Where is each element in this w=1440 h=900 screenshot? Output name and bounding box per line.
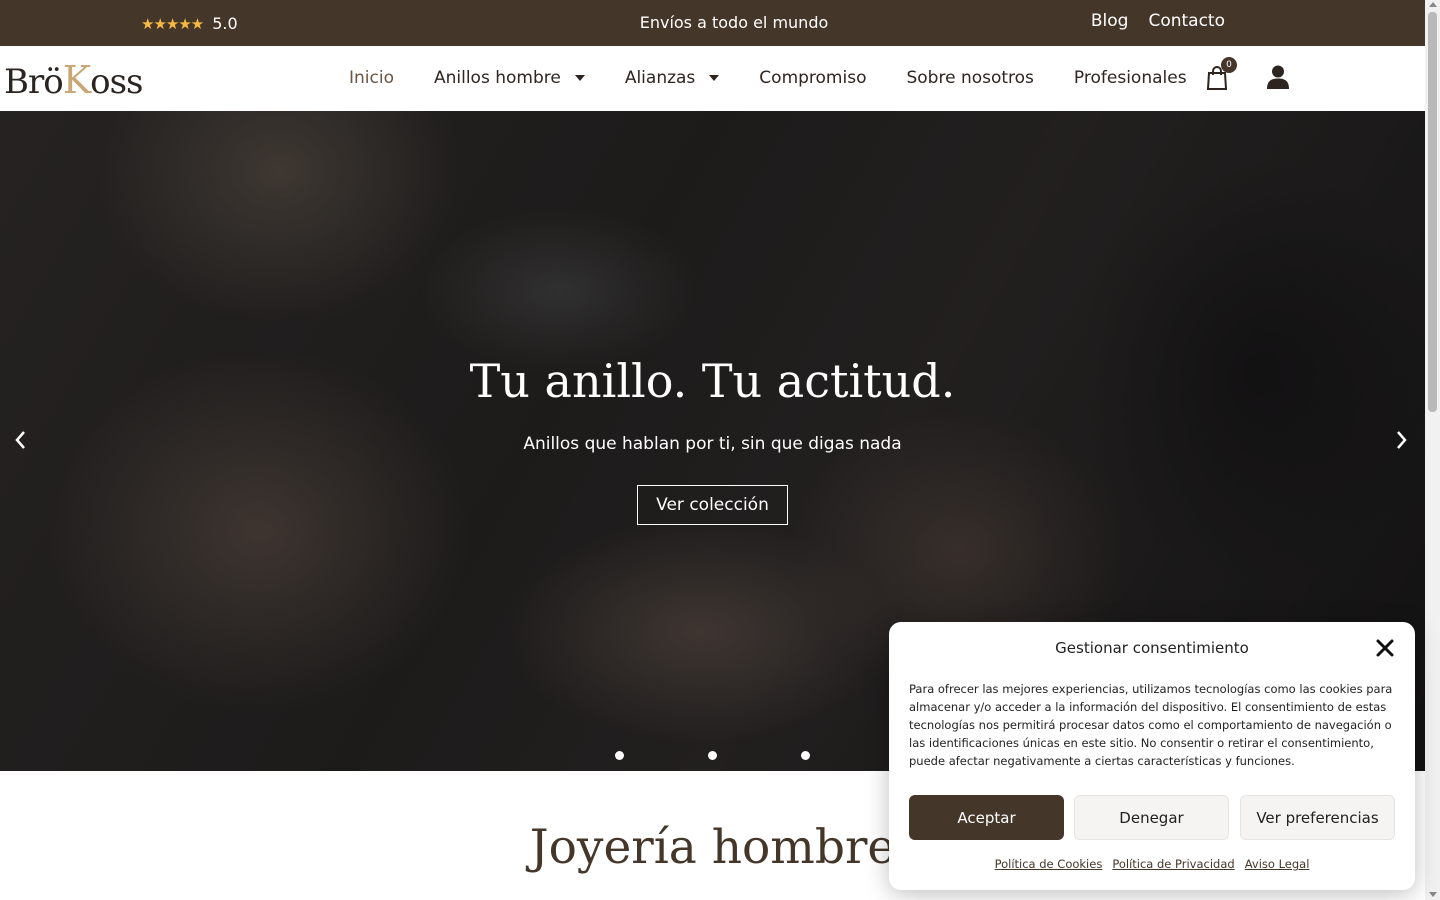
scrollbar-thumb[interactable] [1428,12,1437,412]
nav-item-alianzas[interactable]: Alianzas [624,68,720,88]
hero-title: Tu anillo. Tu actitud. [469,354,956,408]
account-button[interactable] [1267,65,1289,89]
scroll-down-icon[interactable] [1429,892,1437,897]
slider-prev-arrow-icon[interactable] [13,429,27,457]
logo-text-1: Brö [4,62,64,102]
chevron-right-icon [1397,431,1407,449]
slider-next-arrow-icon[interactable] [1395,429,1409,457]
slider-dot-2[interactable] [708,751,717,760]
top-links: Blog Contacto [1091,11,1225,31]
privacy-policy-link[interactable]: Política de Privacidad [1112,857,1234,871]
cart-count-badge: 0 [1221,57,1237,73]
main-header: BröKoss Inicio Anillos hombre Alianzas C… [0,46,1425,111]
caret-down-icon [574,75,585,81]
contact-link[interactable]: Contacto [1148,11,1225,31]
nav-label: Sobre nosotros [906,68,1034,88]
consent-links: Política de Cookies Política de Privacid… [889,857,1415,871]
nav-item-anillos-hombre[interactable]: Anillos hombre [434,68,585,88]
nav-item-inicio[interactable]: Inicio [349,68,394,88]
logo-text-2: oss [90,62,143,102]
legal-notice-link[interactable]: Aviso Legal [1245,857,1310,871]
close-icon [1376,639,1394,657]
close-button[interactable] [1375,638,1395,658]
preferences-button[interactable]: Ver preferencias [1240,795,1395,840]
cookie-consent-dialog: Gestionar consentimiento Para ofrecer la… [889,622,1415,890]
cookie-policy-link[interactable]: Política de Cookies [995,857,1103,871]
hero-subtitle: Anillos que hablan por ti, sin que digas… [523,434,902,454]
slider-dot-1[interactable] [615,751,624,760]
consent-description: Para ofrecer las mejores experiencias, u… [909,682,1393,768]
slider-dot-3[interactable] [801,751,810,760]
logo-text-k: K [62,58,91,102]
consent-title: Gestionar consentimiento [1055,639,1249,657]
nav-item-sobre-nosotros[interactable]: Sobre nosotros [906,68,1033,88]
nav-label: Inicio [349,68,394,88]
nav-label: Profesionales [1073,68,1187,88]
nav-label: Alianzas [624,68,696,88]
scroll-up-icon[interactable] [1429,2,1437,7]
main-nav: Inicio Anillos hombre Alianzas Compromis… [349,68,1227,88]
view-collection-button[interactable]: Ver colección [637,485,788,525]
user-icon [1267,65,1289,89]
caret-down-icon [709,75,720,81]
deny-button[interactable]: Denegar [1074,795,1229,840]
blog-link[interactable]: Blog [1091,11,1129,31]
page-scrollbar[interactable] [1425,0,1440,900]
chevron-left-icon [15,431,25,449]
cart-button[interactable]: 0 [1206,57,1237,91]
top-bar: ★★★★★ 5.0 Envíos a todo el mundo Blog Co… [0,0,1425,46]
nav-item-profesionales[interactable]: Profesionales [1074,68,1187,88]
nav-item-compromiso[interactable]: Compromiso [759,68,866,88]
nav-label: Anillos hombre [433,68,561,88]
brand-logo[interactable]: BröKoss [4,58,143,102]
nav-label: Compromiso [759,68,867,88]
accept-button[interactable]: Aceptar [909,795,1064,840]
